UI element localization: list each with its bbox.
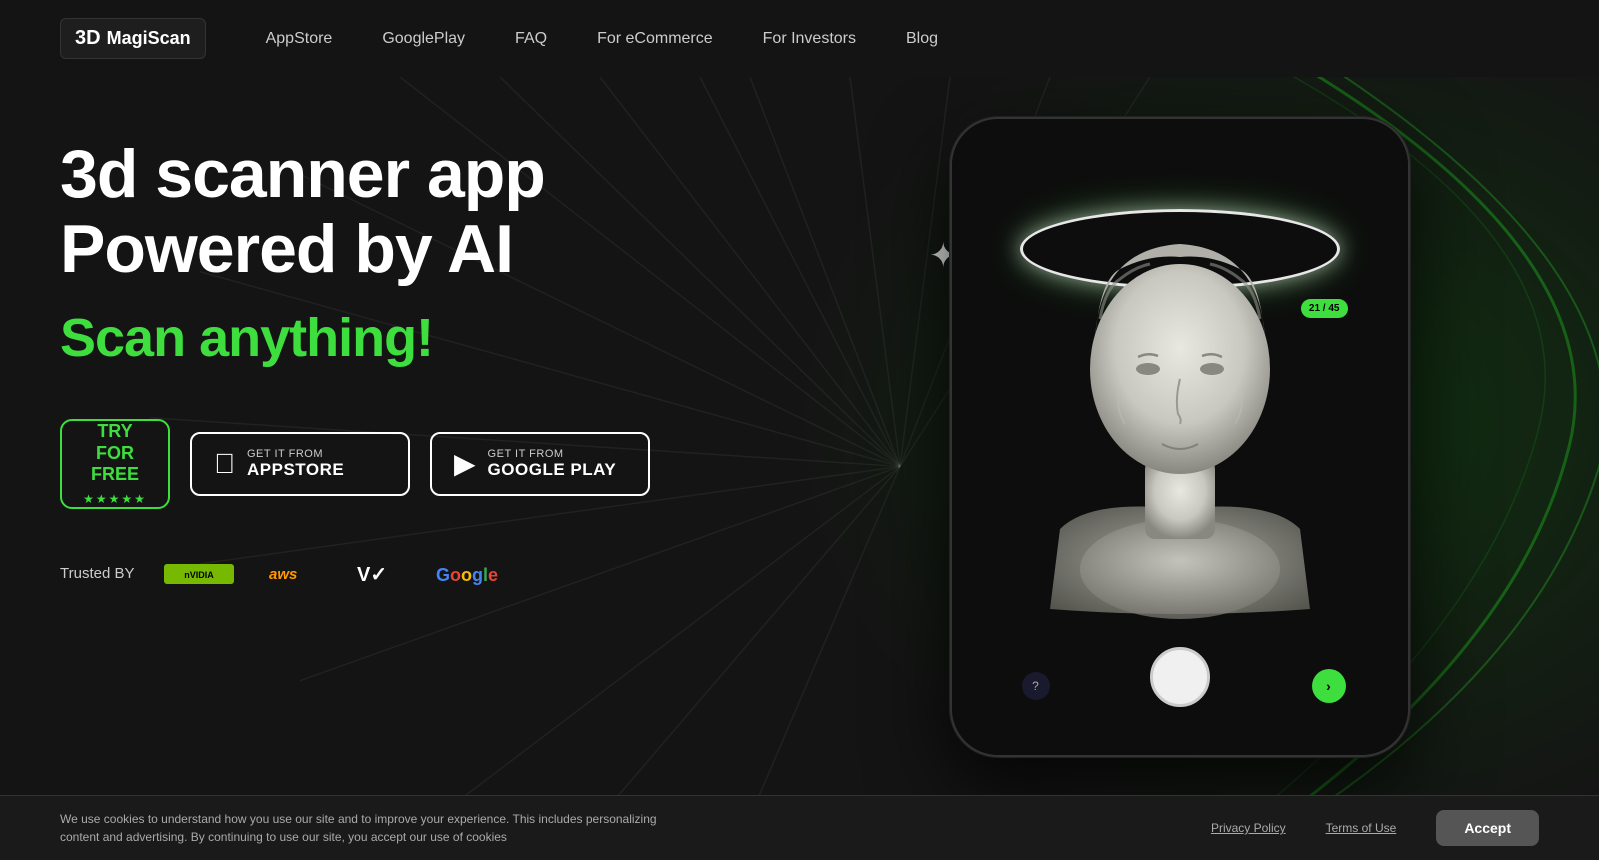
accept-cookies-button[interactable]: Accept bbox=[1436, 810, 1539, 846]
cookie-links: Privacy Policy Terms of Use Accept bbox=[1211, 810, 1539, 846]
hero-section: 3d scanner app Powered by AI Scan anythi… bbox=[0, 77, 1599, 817]
apple-icon:  bbox=[214, 450, 235, 478]
phone-mockup-container: 21 / 45 ? › bbox=[850, 97, 1370, 777]
bust-sculpture bbox=[1030, 149, 1330, 629]
try-free-text: TRY FOR FREE bbox=[91, 421, 139, 486]
terms-of-use-link[interactable]: Terms of Use bbox=[1326, 821, 1397, 835]
vt-logo: V✓ bbox=[354, 559, 404, 589]
appstore-button-text: GET IT FROM APPSTORE bbox=[247, 448, 344, 480]
nav-links: AppStore GooglePlay FAQ For eCommerce Fo… bbox=[266, 30, 938, 48]
nav-investors[interactable]: For Investors bbox=[763, 30, 856, 47]
hero-left-content: 3d scanner app Powered by AI Scan anythi… bbox=[60, 97, 680, 777]
play-icon: ▶ bbox=[454, 450, 476, 478]
try-free-badge[interactable]: TRY FOR FREE ★★★★★ bbox=[60, 419, 170, 509]
privacy-policy-link[interactable]: Privacy Policy bbox=[1211, 821, 1286, 835]
logo-prefix: 3D bbox=[75, 27, 101, 50]
svg-text:Google: Google bbox=[436, 565, 498, 585]
googleplay-button[interactable]: ▶ GET IT FROM GOOGLE PLAY bbox=[430, 432, 650, 496]
googleplay-button-text: GET IT FROM GOOGLE PLAY bbox=[488, 448, 617, 480]
navigation: 3D MagiScan AppStore GooglePlay FAQ For … bbox=[0, 0, 1599, 77]
next-button[interactable]: › bbox=[1312, 669, 1346, 703]
cookie-bar: We use cookies to understand how you use… bbox=[0, 795, 1599, 860]
scan-shutter-button[interactable] bbox=[1150, 647, 1210, 707]
google-logo: Google bbox=[434, 559, 514, 589]
appstore-button[interactable]:  GET IT FROM APPSTORE bbox=[190, 432, 410, 496]
trusted-label: Trusted BY bbox=[60, 565, 134, 582]
svg-text:aws: aws bbox=[269, 566, 297, 583]
nvidia-logo: nVIDIA bbox=[164, 559, 234, 589]
nav-ecommerce[interactable]: For eCommerce bbox=[597, 30, 713, 47]
help-button[interactable]: ? bbox=[1022, 672, 1050, 700]
hero-title: 3d scanner app Powered by AI bbox=[60, 137, 680, 287]
try-free-stars: ★★★★★ bbox=[83, 492, 147, 506]
cta-row: TRY FOR FREE ★★★★★  GET IT FROM APPSTOR… bbox=[60, 419, 680, 509]
phone-screen: 21 / 45 ? › bbox=[952, 119, 1408, 755]
nav-googleplay[interactable]: GooglePlay bbox=[382, 30, 465, 47]
nav-appstore[interactable]: AppStore bbox=[266, 30, 333, 47]
logo[interactable]: 3D MagiScan bbox=[60, 18, 206, 59]
microsoft-logo bbox=[544, 562, 568, 586]
hero-right-phone: ✦ ✦ ✦ bbox=[680, 97, 1539, 777]
svg-text:nVIDIA: nVIDIA bbox=[185, 570, 215, 580]
logo-name: MagiScan bbox=[107, 28, 191, 49]
svg-text:V✓: V✓ bbox=[357, 564, 387, 586]
nav-faq[interactable]: FAQ bbox=[515, 30, 547, 47]
scan-counter-badge: 21 / 45 bbox=[1301, 299, 1348, 318]
phone-mockup: 21 / 45 ? › bbox=[950, 117, 1410, 757]
trusted-by-row: Trusted BY nVIDIA aws V✓ bbox=[60, 559, 680, 589]
hero-subtitle: Scan anything! bbox=[60, 307, 680, 369]
cookie-text: We use cookies to understand how you use… bbox=[60, 810, 660, 846]
aws-logo: aws bbox=[264, 559, 324, 589]
nav-blog[interactable]: Blog bbox=[906, 30, 938, 47]
